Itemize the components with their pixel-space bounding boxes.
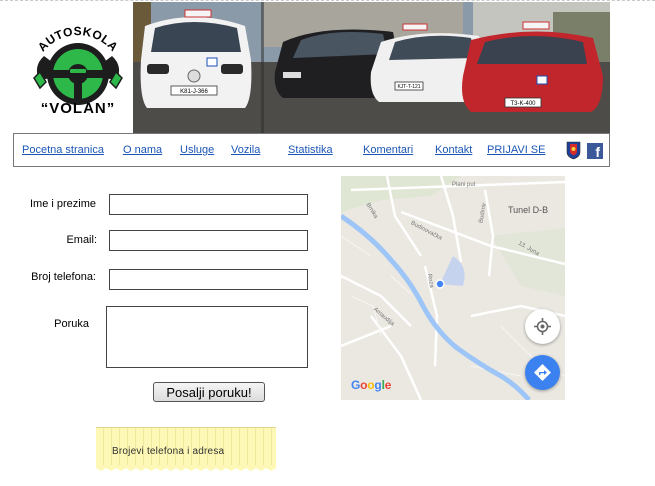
main-navigation: Pocetna stranica O nama Usluge Vozila St… bbox=[13, 133, 610, 167]
nav-services[interactable]: Usluge bbox=[180, 144, 214, 156]
email-label: Email: bbox=[66, 234, 97, 246]
nav-vehicles[interactable]: Vozila bbox=[231, 144, 260, 156]
map-place-label: Tunel D-B bbox=[508, 205, 549, 215]
facebook-icon[interactable]: f bbox=[587, 143, 603, 160]
google-logo: Google bbox=[351, 378, 392, 392]
directions-button[interactable] bbox=[525, 355, 560, 390]
message-label: Poruka bbox=[54, 318, 89, 330]
note-torn-edge bbox=[96, 465, 276, 471]
nav-login[interactable]: PRIJAVI SE bbox=[487, 144, 545, 156]
logo-brand-name: “VOLAN” bbox=[40, 100, 116, 117]
flag-icon[interactable] bbox=[566, 141, 581, 160]
phone-label: Broj telefona: bbox=[31, 271, 96, 283]
email-input[interactable] bbox=[109, 230, 308, 251]
location-map[interactable]: Plani put Brnika Budinovačka Budimir 13.… bbox=[341, 176, 565, 400]
nav-comments[interactable]: Komentari bbox=[363, 144, 413, 156]
svg-text:AUTOŠKOLA: AUTOŠKOLA bbox=[35, 26, 121, 54]
cars-illustration: K81-J-366 KJT-T-121 T3-K-400 bbox=[133, 2, 610, 133]
nav-statistics[interactable]: Statistika bbox=[288, 144, 333, 156]
driving-school-cars-photo: K81-J-366 KJT-T-121 T3-K-400 bbox=[133, 2, 610, 133]
nav-home[interactable]: Pocetna stranica bbox=[22, 144, 104, 156]
note-text: Brojevi telefona i adresa bbox=[112, 446, 225, 457]
nav-contact[interactable]: Kontakt bbox=[435, 144, 472, 156]
my-location-button[interactable] bbox=[525, 309, 560, 344]
svg-text:KJT-T-121: KJT-T-121 bbox=[397, 84, 420, 90]
phone-input[interactable] bbox=[109, 269, 308, 290]
autoskola-logo[interactable]: AUTOŠKOLA “VOLAN” bbox=[22, 22, 133, 133]
svg-text:K81-J-366: K81-J-366 bbox=[180, 89, 208, 95]
message-textarea[interactable] bbox=[106, 306, 308, 368]
nav-about[interactable]: O nama bbox=[123, 144, 162, 156]
name-label: Ime i prezime bbox=[29, 198, 96, 210]
svg-text:T3-K-400: T3-K-400 bbox=[510, 101, 536, 107]
crosshair-icon bbox=[534, 318, 551, 335]
map-street-label: Plani put bbox=[452, 182, 476, 188]
directions-icon bbox=[534, 364, 551, 381]
name-input[interactable] bbox=[109, 194, 308, 215]
send-message-button[interactable]: Posalji poruku! bbox=[153, 382, 265, 402]
contact-info-note: Brojevi telefona i adresa bbox=[96, 427, 276, 465]
header-banner: AUTOŠKOLA “VOLAN” K81-J-366 KJT-T-121 T3… bbox=[22, 2, 610, 133]
logo-arc-text: AUTOŠKOLA bbox=[35, 26, 121, 54]
